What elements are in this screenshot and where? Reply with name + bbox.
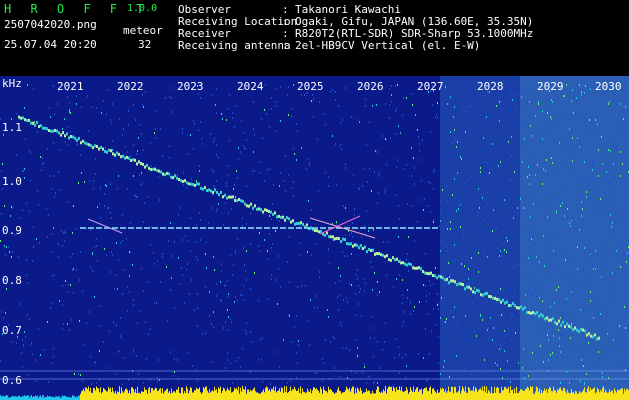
- x-tick-label: 2025: [297, 80, 324, 93]
- info-key-antenna: Receiving antenna: [178, 39, 291, 52]
- x-tick-label: 2026: [357, 80, 384, 93]
- y-tick-label: 0.6: [2, 374, 22, 387]
- meteor-streak: [87, 218, 123, 234]
- meteor-count: 32: [138, 38, 152, 51]
- x-tick-label: 2029: [537, 80, 564, 93]
- bg-band: [520, 76, 629, 400]
- unit-label: kHz: [2, 77, 22, 90]
- y-tick-label: 1.1: [2, 121, 22, 134]
- x-tick-label: 2023: [177, 80, 204, 93]
- y-tick-label: 0.9: [2, 224, 22, 237]
- info-sep: :: [282, 39, 289, 52]
- app-version: 1.0.0: [127, 3, 158, 14]
- x-tick-label: 2022: [117, 80, 144, 93]
- meteor-label: meteor: [123, 24, 163, 37]
- spectrogram-canvas: [0, 76, 629, 400]
- header-panel: H R O F F T 1.0.0 2507042020.png meteor …: [0, 0, 629, 76]
- y-tick-label: 0.8: [2, 274, 22, 287]
- y-tick-label: 0.7: [2, 324, 22, 337]
- x-tick-label: 2027: [417, 80, 444, 93]
- spectrogram-plot: kHz 1.1 1.0 0.9 0.8 0.7 0.6 2021 2022 20…: [0, 76, 629, 400]
- date-time: 25.07.04 20:20: [4, 38, 97, 51]
- x-tick-label: 2028: [477, 80, 504, 93]
- x-tick-label: 2024: [237, 80, 264, 93]
- info-value-antenna: 2el-HB9CV Vertical (el. E-W): [295, 39, 481, 52]
- x-tick-label: 2030: [595, 80, 622, 93]
- file-name: 2507042020.png: [4, 18, 97, 31]
- y-tick-label: 1.0: [2, 175, 22, 188]
- x-tick-label: 2021: [57, 80, 84, 93]
